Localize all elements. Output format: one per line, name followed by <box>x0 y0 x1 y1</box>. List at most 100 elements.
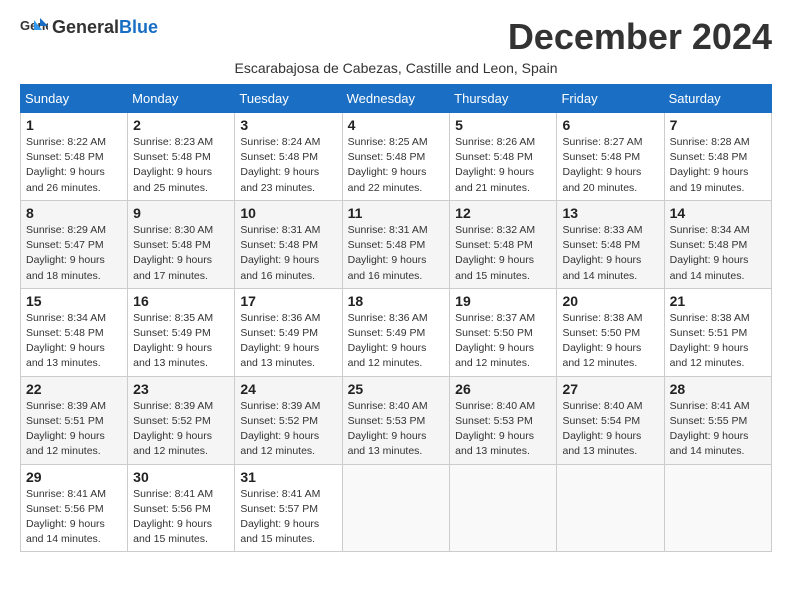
calendar-cell: 20 Sunrise: 8:38 AM Sunset: 5:50 PM Dayl… <box>557 288 664 376</box>
logo-blue: Blue <box>119 17 158 37</box>
day-number: 21 <box>670 293 766 309</box>
day-number: 12 <box>455 205 551 221</box>
day-info: Sunrise: 8:38 AM Sunset: 5:50 PM Dayligh… <box>562 311 658 372</box>
calendar-cell: 23 Sunrise: 8:39 AM Sunset: 5:52 PM Dayl… <box>128 376 235 464</box>
day-number: 28 <box>670 381 766 397</box>
calendar-cell: 22 Sunrise: 8:39 AM Sunset: 5:51 PM Dayl… <box>21 376 128 464</box>
weekday-header-friday: Friday <box>557 85 664 113</box>
day-info: Sunrise: 8:33 AM Sunset: 5:48 PM Dayligh… <box>562 223 658 284</box>
day-info: Sunrise: 8:40 AM Sunset: 5:53 PM Dayligh… <box>348 399 445 460</box>
day-number: 31 <box>240 469 336 485</box>
calendar-cell: 21 Sunrise: 8:38 AM Sunset: 5:51 PM Dayl… <box>664 288 771 376</box>
day-info: Sunrise: 8:38 AM Sunset: 5:51 PM Dayligh… <box>670 311 766 372</box>
calendar-cell: 18 Sunrise: 8:36 AM Sunset: 5:49 PM Dayl… <box>342 288 450 376</box>
day-number: 19 <box>455 293 551 309</box>
calendar-cell: 3 Sunrise: 8:24 AM Sunset: 5:48 PM Dayli… <box>235 113 342 201</box>
calendar-cell: 11 Sunrise: 8:31 AM Sunset: 5:48 PM Dayl… <box>342 200 450 288</box>
day-number: 1 <box>26 117 122 133</box>
day-number: 30 <box>133 469 229 485</box>
calendar-cell: 24 Sunrise: 8:39 AM Sunset: 5:52 PM Dayl… <box>235 376 342 464</box>
weekday-header-thursday: Thursday <box>450 85 557 113</box>
calendar-cell <box>664 464 771 552</box>
calendar-cell: 26 Sunrise: 8:40 AM Sunset: 5:53 PM Dayl… <box>450 376 557 464</box>
day-info: Sunrise: 8:39 AM Sunset: 5:52 PM Dayligh… <box>240 399 336 460</box>
day-info: Sunrise: 8:40 AM Sunset: 5:54 PM Dayligh… <box>562 399 658 460</box>
day-info: Sunrise: 8:37 AM Sunset: 5:50 PM Dayligh… <box>455 311 551 372</box>
calendar-cell: 4 Sunrise: 8:25 AM Sunset: 5:48 PM Dayli… <box>342 113 450 201</box>
day-info: Sunrise: 8:41 AM Sunset: 5:56 PM Dayligh… <box>133 487 229 548</box>
calendar-cell: 19 Sunrise: 8:37 AM Sunset: 5:50 PM Dayl… <box>450 288 557 376</box>
day-number: 20 <box>562 293 658 309</box>
weekday-header-wednesday: Wednesday <box>342 85 450 113</box>
day-info: Sunrise: 8:41 AM Sunset: 5:56 PM Dayligh… <box>26 487 122 548</box>
day-info: Sunrise: 8:31 AM Sunset: 5:48 PM Dayligh… <box>348 223 445 284</box>
calendar-cell: 5 Sunrise: 8:26 AM Sunset: 5:48 PM Dayli… <box>450 113 557 201</box>
day-info: Sunrise: 8:29 AM Sunset: 5:47 PM Dayligh… <box>26 223 122 284</box>
weekday-header-saturday: Saturday <box>664 85 771 113</box>
calendar-cell: 28 Sunrise: 8:41 AM Sunset: 5:55 PM Dayl… <box>664 376 771 464</box>
day-number: 11 <box>348 205 445 221</box>
header-top: Gene GeneralBlue December 2024 <box>20 16 772 58</box>
day-number: 27 <box>562 381 658 397</box>
day-number: 15 <box>26 293 122 309</box>
day-number: 5 <box>455 117 551 133</box>
day-number: 14 <box>670 205 766 221</box>
calendar-cell: 14 Sunrise: 8:34 AM Sunset: 5:48 PM Dayl… <box>664 200 771 288</box>
day-info: Sunrise: 8:40 AM Sunset: 5:53 PM Dayligh… <box>455 399 551 460</box>
day-number: 9 <box>133 205 229 221</box>
day-info: Sunrise: 8:30 AM Sunset: 5:48 PM Dayligh… <box>133 223 229 284</box>
day-info: Sunrise: 8:28 AM Sunset: 5:48 PM Dayligh… <box>670 135 766 196</box>
day-info: Sunrise: 8:34 AM Sunset: 5:48 PM Dayligh… <box>26 311 122 372</box>
day-number: 25 <box>348 381 445 397</box>
day-info: Sunrise: 8:36 AM Sunset: 5:49 PM Dayligh… <box>240 311 336 372</box>
day-info: Sunrise: 8:27 AM Sunset: 5:48 PM Dayligh… <box>562 135 658 196</box>
calendar-cell: 16 Sunrise: 8:35 AM Sunset: 5:49 PM Dayl… <box>128 288 235 376</box>
day-info: Sunrise: 8:23 AM Sunset: 5:48 PM Dayligh… <box>133 135 229 196</box>
calendar-cell: 29 Sunrise: 8:41 AM Sunset: 5:56 PM Dayl… <box>21 464 128 552</box>
day-number: 22 <box>26 381 122 397</box>
day-number: 4 <box>348 117 445 133</box>
calendar-cell <box>557 464 664 552</box>
calendar-cell: 13 Sunrise: 8:33 AM Sunset: 5:48 PM Dayl… <box>557 200 664 288</box>
day-number: 7 <box>670 117 766 133</box>
day-info: Sunrise: 8:39 AM Sunset: 5:51 PM Dayligh… <box>26 399 122 460</box>
calendar-cell: 27 Sunrise: 8:40 AM Sunset: 5:54 PM Dayl… <box>557 376 664 464</box>
day-number: 23 <box>133 381 229 397</box>
day-number: 3 <box>240 117 336 133</box>
calendar-cell: 9 Sunrise: 8:30 AM Sunset: 5:48 PM Dayli… <box>128 200 235 288</box>
calendar-cell: 7 Sunrise: 8:28 AM Sunset: 5:48 PM Dayli… <box>664 113 771 201</box>
calendar-cell: 1 Sunrise: 8:22 AM Sunset: 5:48 PM Dayli… <box>21 113 128 201</box>
weekday-header-monday: Monday <box>128 85 235 113</box>
calendar-cell: 8 Sunrise: 8:29 AM Sunset: 5:47 PM Dayli… <box>21 200 128 288</box>
day-info: Sunrise: 8:26 AM Sunset: 5:48 PM Dayligh… <box>455 135 551 196</box>
calendar-cell: 15 Sunrise: 8:34 AM Sunset: 5:48 PM Dayl… <box>21 288 128 376</box>
day-info: Sunrise: 8:36 AM Sunset: 5:49 PM Dayligh… <box>348 311 445 372</box>
day-number: 13 <box>562 205 658 221</box>
day-info: Sunrise: 8:34 AM Sunset: 5:48 PM Dayligh… <box>670 223 766 284</box>
day-info: Sunrise: 8:24 AM Sunset: 5:48 PM Dayligh… <box>240 135 336 196</box>
calendar-cell: 12 Sunrise: 8:32 AM Sunset: 5:48 PM Dayl… <box>450 200 557 288</box>
calendar-cell: 17 Sunrise: 8:36 AM Sunset: 5:49 PM Dayl… <box>235 288 342 376</box>
day-number: 17 <box>240 293 336 309</box>
day-number: 24 <box>240 381 336 397</box>
weekday-header-tuesday: Tuesday <box>235 85 342 113</box>
day-info: Sunrise: 8:39 AM Sunset: 5:52 PM Dayligh… <box>133 399 229 460</box>
day-number: 2 <box>133 117 229 133</box>
day-info: Sunrise: 8:35 AM Sunset: 5:49 PM Dayligh… <box>133 311 229 372</box>
calendar-cell: 2 Sunrise: 8:23 AM Sunset: 5:48 PM Dayli… <box>128 113 235 201</box>
calendar-cell: 30 Sunrise: 8:41 AM Sunset: 5:56 PM Dayl… <box>128 464 235 552</box>
day-number: 26 <box>455 381 551 397</box>
calendar: SundayMondayTuesdayWednesdayThursdayFrid… <box>20 84 772 552</box>
day-number: 18 <box>348 293 445 309</box>
day-number: 16 <box>133 293 229 309</box>
calendar-cell: 25 Sunrise: 8:40 AM Sunset: 5:53 PM Dayl… <box>342 376 450 464</box>
calendar-cell: 6 Sunrise: 8:27 AM Sunset: 5:48 PM Dayli… <box>557 113 664 201</box>
day-info: Sunrise: 8:25 AM Sunset: 5:48 PM Dayligh… <box>348 135 445 196</box>
month-title: December 2024 <box>508 16 772 58</box>
day-number: 8 <box>26 205 122 221</box>
calendar-cell <box>342 464 450 552</box>
calendar-cell: 31 Sunrise: 8:41 AM Sunset: 5:57 PM Dayl… <box>235 464 342 552</box>
logo-icon: Gene <box>20 16 48 38</box>
day-number: 6 <box>562 117 658 133</box>
day-number: 29 <box>26 469 122 485</box>
